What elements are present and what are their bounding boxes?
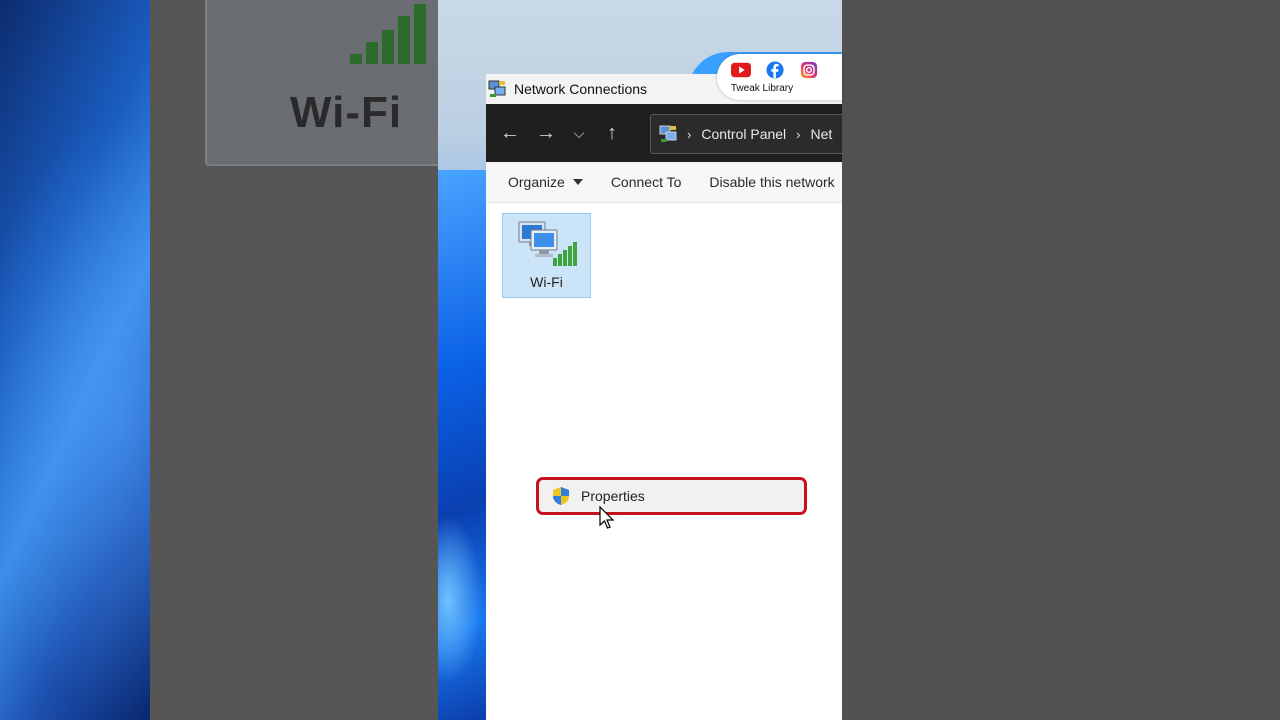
connections-list: Wi-Fi [486, 203, 842, 720]
connect-to-button[interactable]: Connect To [611, 174, 682, 190]
organize-label: Organize [508, 174, 565, 190]
chevron-down-icon[interactable]: ⌵ [564, 125, 594, 142]
youtube-icon[interactable] [731, 61, 751, 79]
arrow-right-icon[interactable]: → [528, 122, 564, 145]
properties-label: Properties [581, 488, 645, 504]
breadcrumb-network[interactable]: Net [811, 126, 833, 142]
background-left: Wi-Fi [0, 0, 438, 720]
navigation-bar: ← → ⌵ ↑ › Control Panel › Net [486, 104, 842, 162]
breadcrumb-separator-icon: › [796, 126, 801, 142]
background-right [842, 0, 1280, 720]
background-wifi-label: Wi-Fi [290, 88, 403, 137]
breadcrumb-separator-icon: › [687, 126, 692, 142]
organize-button[interactable]: Organize [508, 174, 583, 190]
address-bar[interactable]: › Control Panel › Net [650, 114, 842, 154]
breadcrumb-control-panel[interactable]: Control Panel [701, 126, 786, 142]
window-title: Network Connections [514, 81, 648, 97]
disable-network-button[interactable]: Disable this network [709, 174, 834, 190]
wifi-connection-label: Wi-Fi [530, 274, 563, 290]
mouse-cursor-icon [599, 506, 615, 529]
instagram-icon[interactable] [799, 61, 819, 79]
properties-menu-item[interactable]: Properties [536, 477, 807, 515]
facebook-icon[interactable] [765, 61, 785, 79]
wifi-adapter-icon [518, 221, 577, 266]
arrow-left-icon[interactable]: ← [492, 122, 528, 145]
social-badge: Tweak Library [717, 54, 842, 100]
arrow-up-icon[interactable]: ↑ [594, 122, 630, 145]
network-connections-icon [488, 80, 506, 97]
command-toolbar: Organize Connect To Disable this network [486, 162, 842, 203]
wallpaper-bloom-highlight [438, 500, 486, 720]
control-panel-icon [659, 125, 677, 142]
wifi-connection-item[interactable]: Wi-Fi [502, 213, 591, 298]
dropdown-caret-icon [572, 179, 583, 185]
background-signal-icon [350, 4, 426, 64]
social-label: Tweak Library [730, 83, 794, 94]
network-connections-window: Network Connections ← → ⌵ ↑ › Control Pa… [486, 74, 842, 720]
uac-shield-icon [553, 487, 569, 505]
